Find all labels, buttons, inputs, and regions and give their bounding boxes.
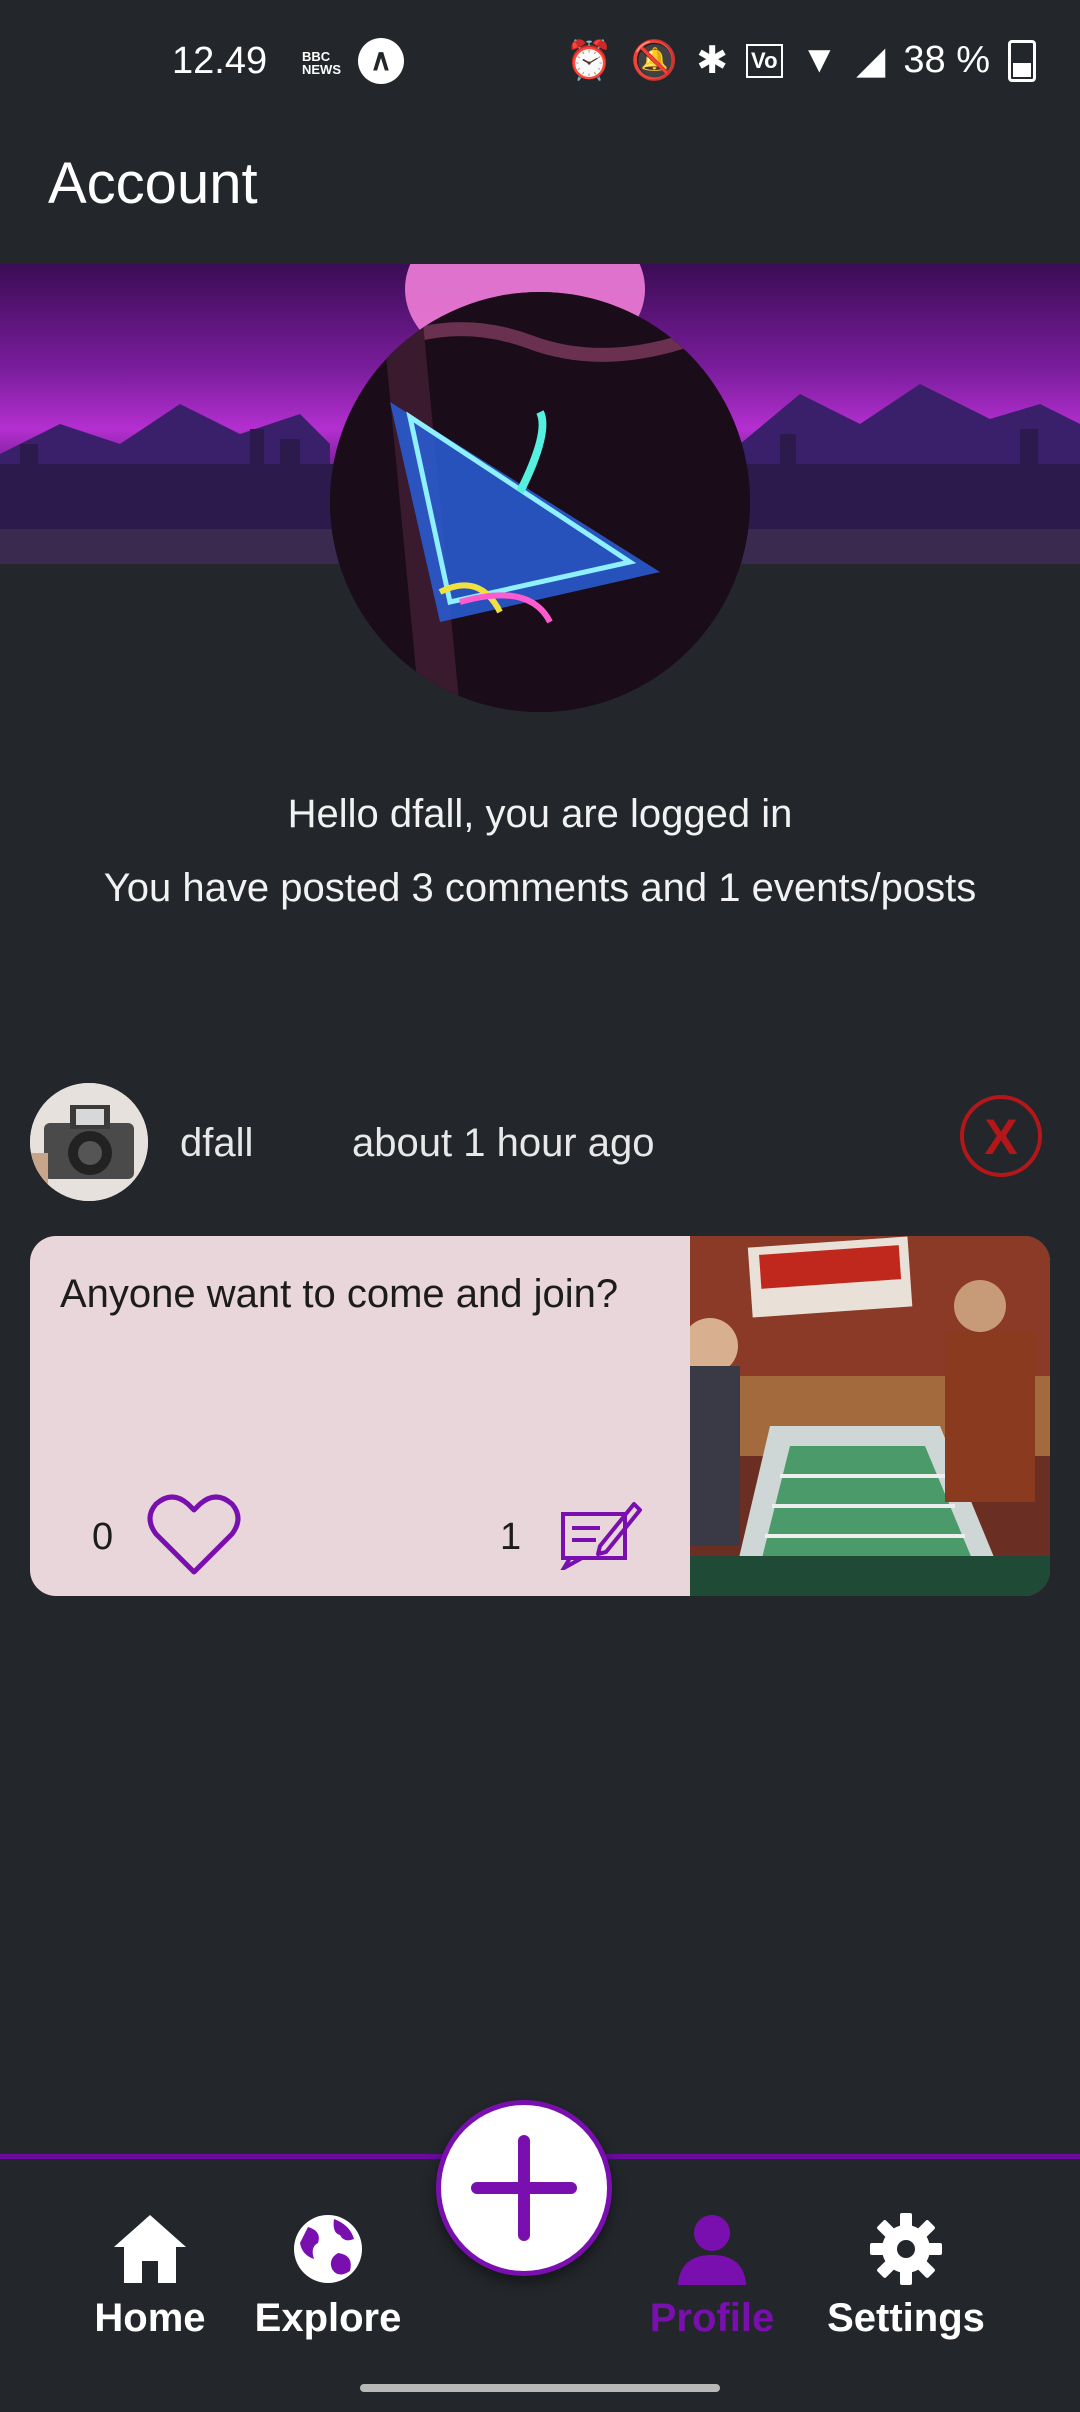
post-author-avatar[interactable] (30, 1083, 148, 1201)
profile-avatar-image (330, 292, 750, 712)
person-icon (678, 2215, 746, 2285)
bbc-news-icon: BBC NEWS (302, 49, 341, 77)
home-icon (114, 2215, 186, 2283)
comments-count: 1 (500, 1516, 522, 1558)
notification-app-icon: ∧ (358, 38, 404, 84)
nav-settings-label: Settings (827, 2296, 985, 2340)
post-header: dfall about 1 hour ago X (30, 1083, 1050, 1203)
app-bar: Account (0, 126, 1080, 264)
profile-avatar[interactable] (330, 292, 750, 712)
camera-photo (30, 1083, 148, 1201)
battery-text: 38 % (903, 39, 990, 81)
foosball-photo (690, 1236, 1050, 1596)
heart-icon[interactable] (146, 1492, 242, 1576)
add-post-button[interactable] (436, 2100, 612, 2276)
status-time: 12.49 (172, 40, 268, 82)
nav-settings[interactable]: Settings (816, 2209, 996, 2341)
mute-icon: 🔕 (630, 39, 679, 82)
battery-icon (1008, 39, 1036, 82)
nav-explore[interactable]: Explore (238, 2209, 418, 2341)
nav-home-label: Home (94, 2296, 206, 2340)
likes-count: 0 (92, 1516, 114, 1558)
post-timestamp: about 1 hour ago (352, 1121, 655, 1165)
post-username[interactable]: dfall (180, 1121, 253, 1166)
signal-icon: ◢ (856, 40, 886, 82)
greeting-text: Hello dfall, you are logged in (287, 792, 793, 836)
plus-icon (471, 2135, 577, 2241)
comment-edit-icon[interactable] (560, 1498, 642, 1570)
status-bar: 12.49 BBC NEWS ∧ ⏰ 🔕 ✱ Vo ▼ ◢ 38 % (0, 0, 1080, 126)
nav-explore-label: Explore (254, 2296, 402, 2340)
nav-profile-label: Profile (649, 2296, 775, 2340)
nav-home[interactable]: Home (60, 2209, 240, 2341)
post-text: Anyone want to come and join? (60, 1272, 619, 1316)
post-card[interactable]: Anyone want to come and join? 0 1 (30, 1236, 1050, 1596)
globe-icon (294, 2215, 362, 2283)
gear-icon (870, 2213, 942, 2285)
page-title: Account (48, 151, 258, 216)
post-image[interactable] (690, 1236, 1050, 1596)
post-stats-text: You have posted 3 comments and 1 events/… (103, 866, 977, 910)
alarm-icon: ⏰ (565, 39, 613, 82)
gesture-home-bar[interactable] (360, 2384, 720, 2392)
vowifi-icon: Vo (746, 43, 783, 78)
nav-profile[interactable]: Profile (622, 2209, 802, 2341)
bluetooth-icon: ✱ (696, 40, 729, 82)
wifi-icon: ▼ (800, 39, 839, 81)
delete-post-button[interactable]: X (960, 1095, 1042, 1177)
